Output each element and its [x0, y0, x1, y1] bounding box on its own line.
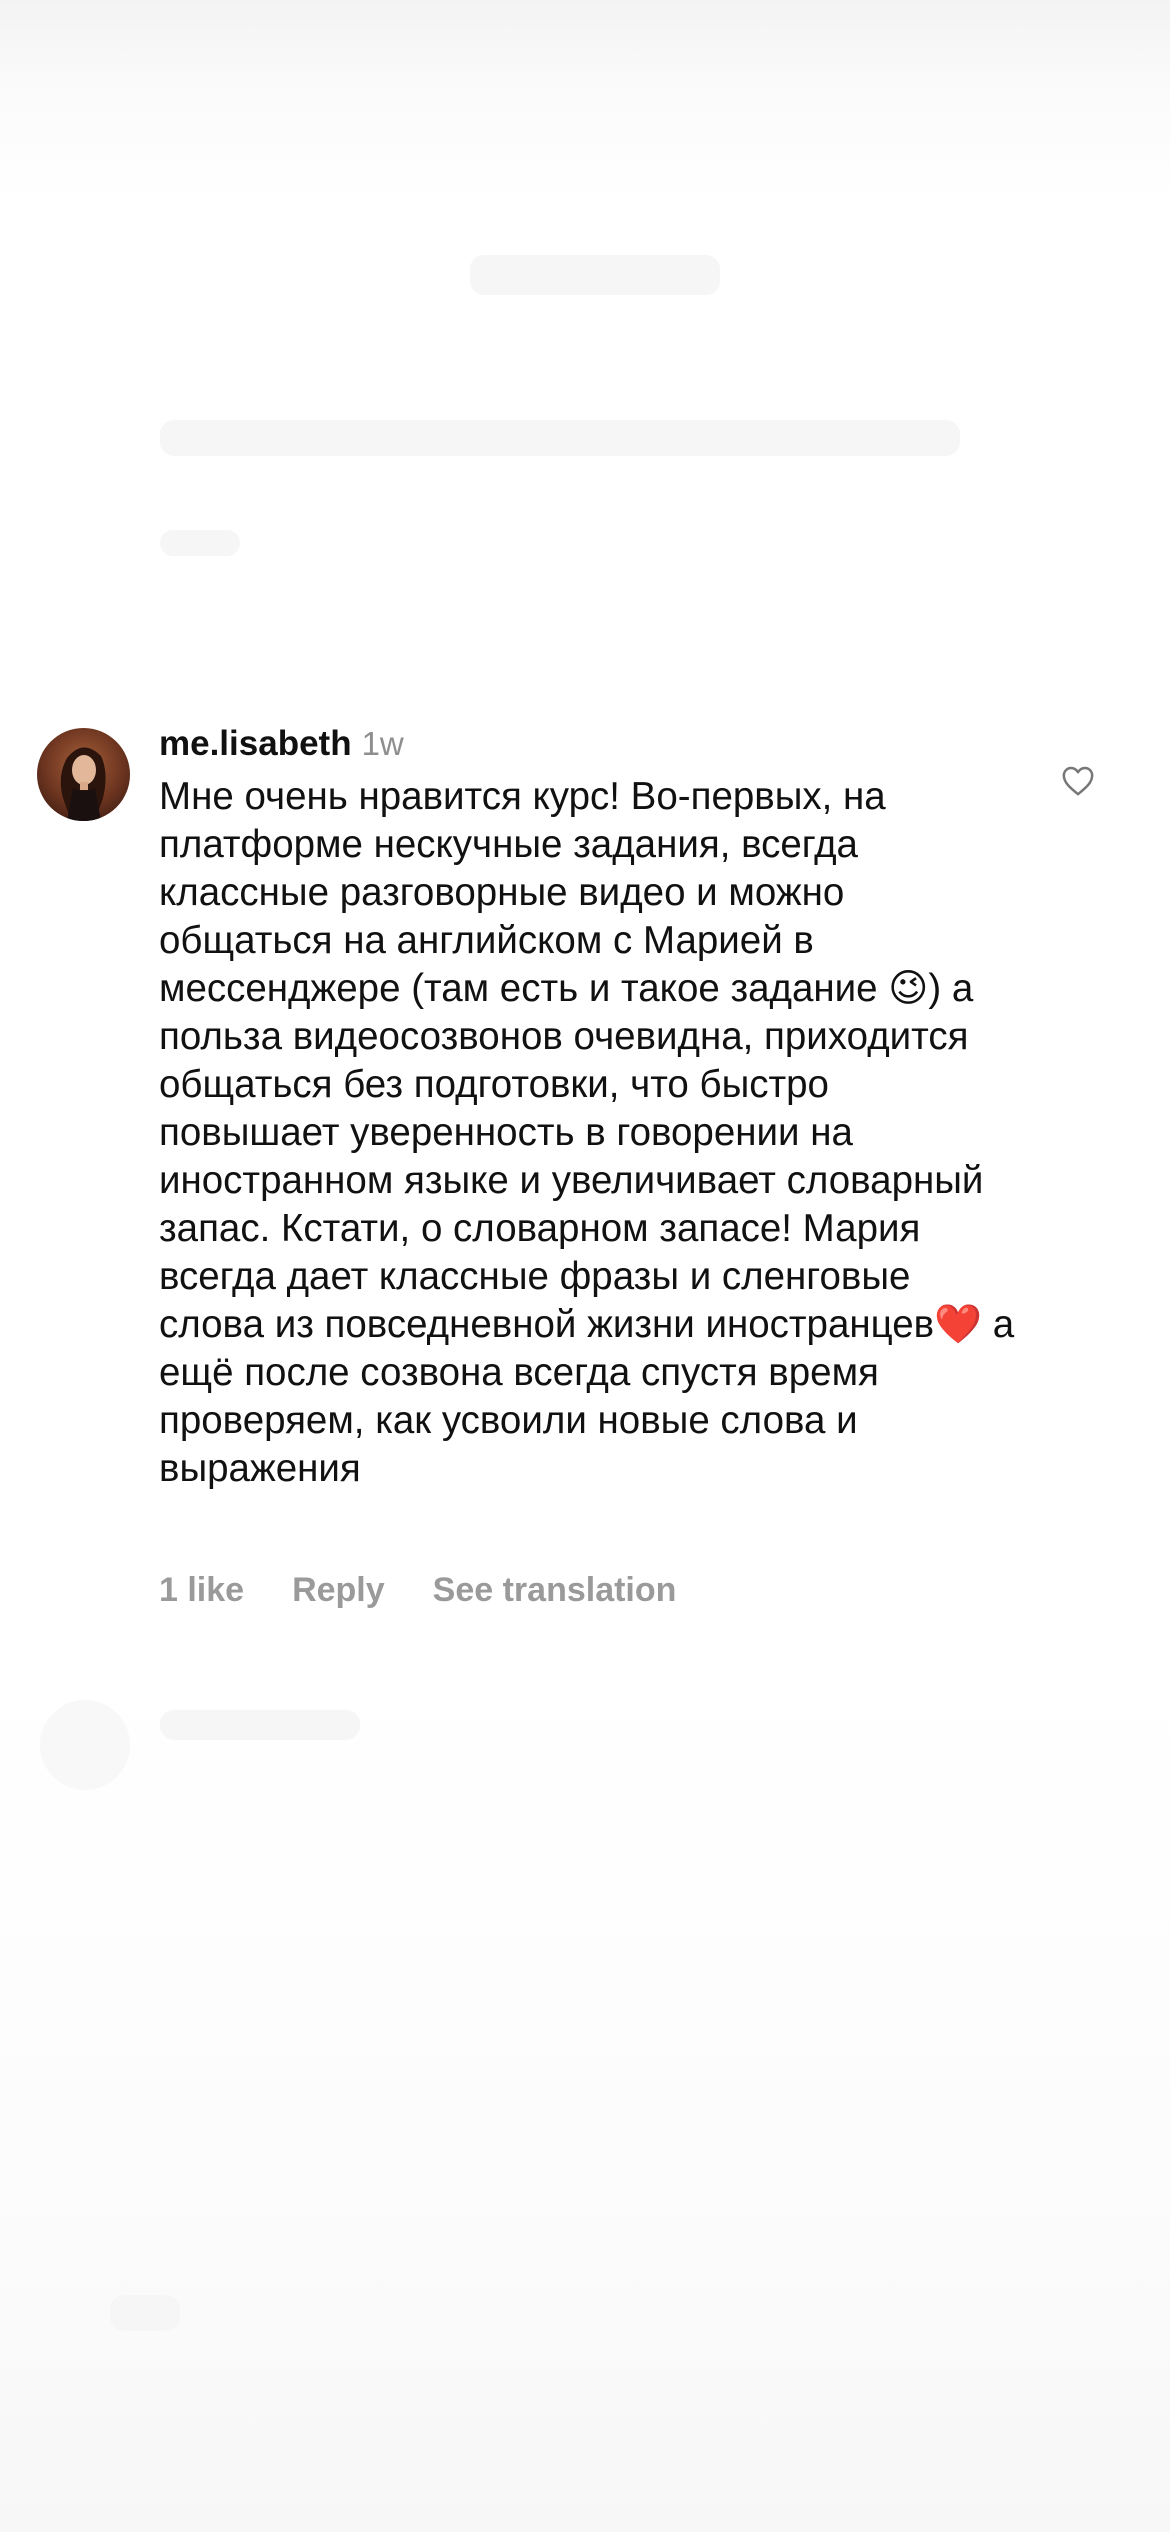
comment-header: me.lisabeth 1w — [159, 720, 404, 768]
blurred-content — [110, 2295, 180, 2331]
heart-outline-icon[interactable] — [1058, 760, 1098, 800]
blurred-bottom-area — [0, 1650, 1170, 2532]
avatar[interactable] — [37, 728, 130, 821]
blurred-content — [160, 530, 240, 556]
comment-actions: 1 like Reply See translation — [159, 1565, 724, 1615]
reply-button[interactable]: Reply — [292, 1571, 385, 1609]
blurred-content — [470, 255, 720, 295]
likes-count[interactable]: 1 like — [159, 1571, 244, 1609]
blurred-content — [160, 1710, 360, 1740]
profile-photo — [37, 728, 130, 821]
comment: me.lisabeth 1w Мне очень нравится курс! В… — [0, 720, 1170, 1640]
comment-text: Мне очень нравится курс! Во-первых, на п… — [159, 775, 1025, 1490]
timestamp: 1w — [361, 725, 404, 762]
see-translation-button[interactable]: See translation — [433, 1571, 677, 1609]
blurred-avatar — [40, 1700, 130, 1790]
username[interactable]: me.lisabeth — [159, 724, 352, 763]
blurred-content — [160, 420, 960, 456]
blurred-top-area — [0, 0, 1170, 200]
